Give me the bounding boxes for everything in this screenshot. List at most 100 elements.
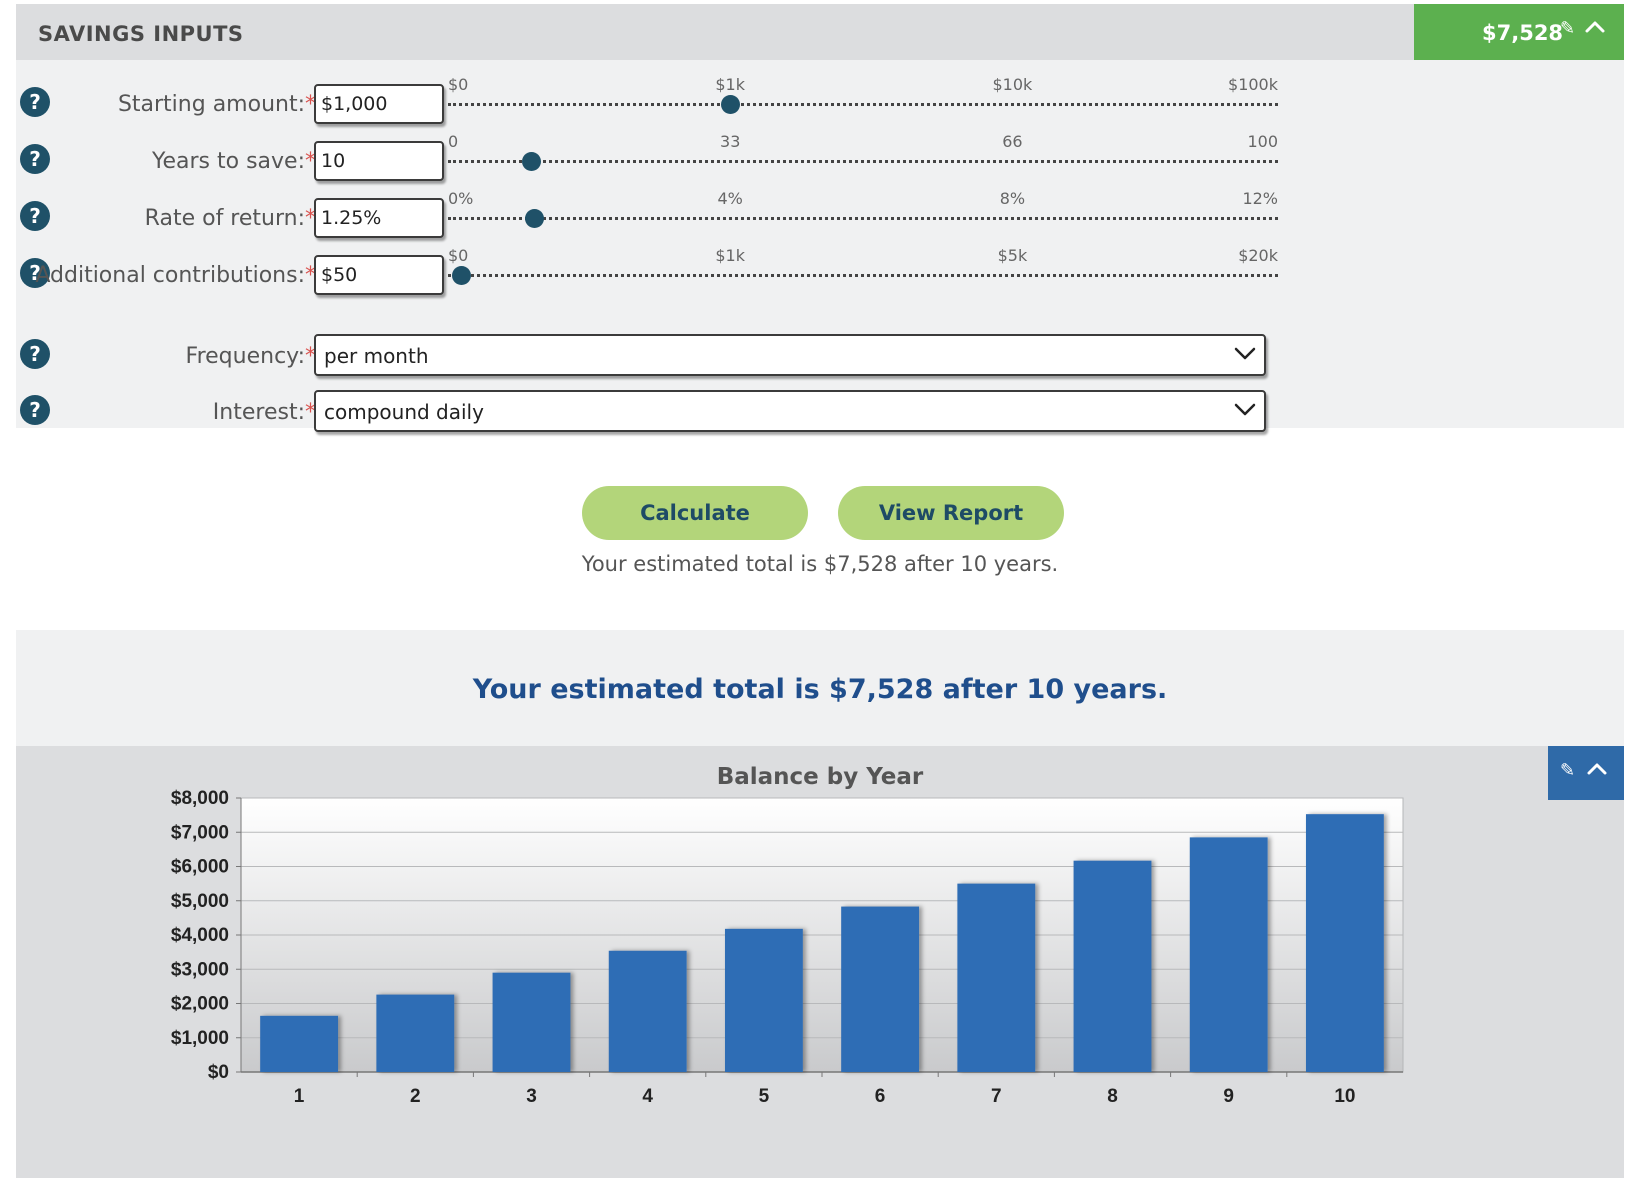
collapse-chevron-icon[interactable] [1586,758,1608,783]
slider-tick-label: $1k [715,246,745,265]
slider-tick-label: 100 [1247,132,1278,151]
bar [608,950,687,1072]
x-tick-label: 1 [294,1086,305,1107]
balance-chart: $0 $1,000 $2,000 $3,000 $4,000 $5,000 $6,000 $7… [171,788,1404,1107]
y-tick-label: $2,000 [171,994,229,1015]
slider-track[interactable] [448,217,1278,220]
slider-tick-label: 0% [448,189,474,208]
help-icon[interactable]: ? [20,87,50,117]
y-tick-label: $5,000 [171,891,229,912]
bar [1073,860,1152,1072]
slider-tick-label: $1k [715,75,745,94]
rate-of-return-label: Rate of return:* [144,206,316,231]
additional-contributions-label: Additional contributions:* [35,263,316,288]
help-icon[interactable]: ? [20,339,50,369]
interest-select[interactable]: compound daily [314,390,1266,432]
slider-track[interactable] [448,103,1278,106]
slider-tick-label: 12% [1242,189,1278,208]
starting-amount-row: ? Starting amount:* $1,000 $0 $1k $10k $100k [16,74,1624,130]
bar [376,994,455,1072]
total-badge: $7,528 ✎ [1414,4,1624,60]
y-tick-label: $1,000 [171,1028,229,1049]
slider-thumb[interactable] [522,152,541,171]
slider-thumb[interactable] [721,95,741,114]
help-icon[interactable]: ? [20,201,50,231]
slider-tick-label: $0 [448,75,469,94]
slider-tick-label: $5k [997,246,1028,265]
y-tick-label: $7,000 [171,822,229,843]
x-tick-label: 7 [991,1086,1002,1107]
slider-tick-label: $10k [992,75,1033,94]
slider-tick-label: 8% [999,189,1026,208]
bar [260,1015,339,1072]
starting-amount-input[interactable]: $1,000 [314,84,444,124]
years-to-save-input[interactable]: 10 [314,141,444,181]
rate-of-return-input[interactable]: 1.25% [314,198,444,238]
chart-title: Balance by Year [716,764,924,790]
bar [1189,837,1268,1072]
y-tick-label: $4,000 [171,925,229,946]
savings-inputs-title: SAVINGS INPUTS [38,22,244,46]
additional-contributions-slider[interactable]: $0 $1k $5k $20k [448,245,1278,301]
x-tick-label: 3 [526,1086,537,1107]
slider-tick-label: 4% [717,189,743,208]
help-icon[interactable]: ? [20,144,50,174]
results-headline: Your estimated total is $7,528 after 10 … [472,674,1168,705]
slider-tick-label: $100k [1228,75,1278,94]
rate-of-return-row: ? Rate of return:* 1.25% 0% 4% 8% 12% [16,188,1624,244]
interest-select-value: compound daily [324,400,484,424]
years-to-save-slider[interactable]: 0 33 66 100 [448,131,1278,187]
bar [841,906,920,1072]
edit-pencil-icon[interactable]: ✎ [1560,19,1575,39]
frequency-row: ? Frequency:* per month [16,326,1624,382]
chevron-down-icon [1234,347,1256,360]
slider-thumb[interactable] [452,266,472,285]
frequency-label: Frequency:* [185,344,316,369]
slider-thumb[interactable] [525,209,545,228]
chart-panel: $0 $1,000 $2,000 $3,000 $4,000 $5,000 $6,000 $7… [16,746,1624,1178]
collapse-chevron-icon[interactable] [1584,16,1606,41]
years-to-save-row: ? Years to save:* 10 0 33 66 100 [16,131,1624,187]
edit-pencil-icon[interactable]: ✎ [1560,761,1575,781]
y-tick-label: $0 [208,1062,229,1083]
chevron-down-icon [1234,403,1256,416]
x-tick-label: 9 [1223,1086,1234,1107]
starting-amount-slider[interactable]: $0 $1k $10k $100k [448,74,1278,130]
x-tick-label: 6 [875,1086,886,1107]
additional-contributions-input[interactable]: $50 [314,255,444,295]
slider-tick-label: 0 [448,132,459,151]
chart-controls: ✎ [1548,746,1624,800]
y-tick-label: $8,000 [171,788,229,809]
x-tick-label: 2 [410,1086,421,1107]
view-report-button[interactable]: View Report [838,486,1064,540]
starting-amount-label: Starting amount:* [117,92,316,117]
bar [724,928,803,1072]
slider-tick-label: $20k [1238,246,1278,265]
slider-tick-label: 33 [720,132,741,151]
frequency-select[interactable]: per month [314,334,1266,376]
slider-tick-label: $0 [448,246,469,265]
slider-tick-label: 66 [1002,132,1023,151]
bar [957,883,1036,1072]
results-band: Your estimated total is $7,528 after 10 … [16,630,1624,746]
y-tick-label: $6,000 [171,857,229,878]
bar [492,972,571,1072]
y-tick-label: $3,000 [171,959,229,980]
additional-contributions-row: ? Additional contributions:* $50 $0 $1k $5k $2… [16,245,1624,301]
rate-of-return-slider[interactable]: 0% 4% 8% 12% [448,188,1278,244]
bar [1305,814,1384,1072]
calculate-button[interactable]: Calculate [582,486,808,540]
interest-label: Interest:* [212,400,316,425]
slider-track[interactable] [448,160,1278,163]
savings-inputs-header: SAVINGS INPUTS $7,528 ✎ [16,4,1624,60]
x-tick-label: 8 [1107,1086,1118,1107]
slider-track[interactable] [448,274,1278,277]
x-tick-label: 10 [1334,1086,1355,1107]
interest-row: ? Interest:* compound daily [16,382,1624,438]
savings-inputs-panel: ? Starting amount:* $1,000 $0 $1k $10k $100k? Y… [16,60,1624,432]
frequency-select-value: per month [324,344,429,368]
x-tick-label: 5 [759,1086,770,1107]
help-icon[interactable]: ? [20,395,50,425]
summary-text: Your estimated total is $7,528 after 10 … [581,552,1059,576]
years-to-save-label: Years to save:* [151,149,316,174]
